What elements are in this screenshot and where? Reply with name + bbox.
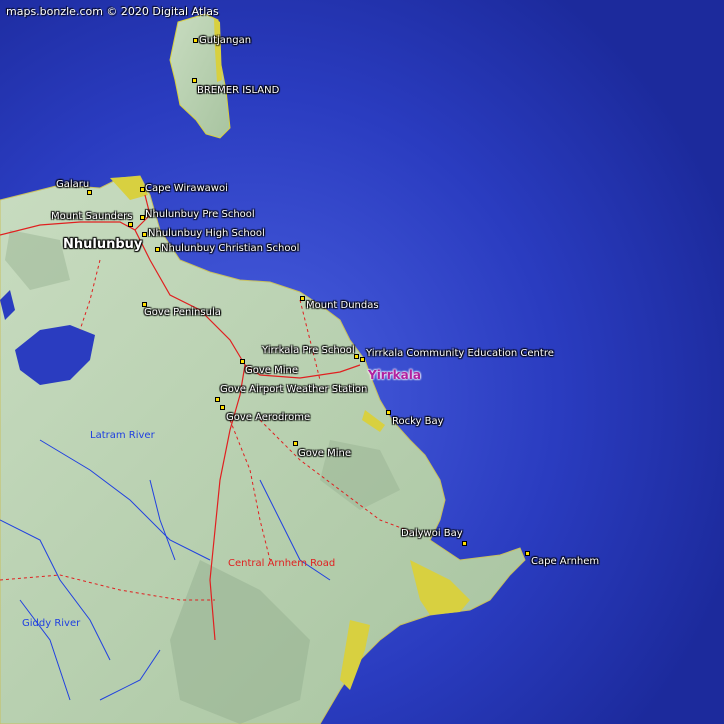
place-marker [386, 410, 391, 415]
map-credit: maps.bonzle.com © 2020 Digital Atlas [6, 5, 219, 18]
place-marker [192, 78, 197, 83]
place-marker [462, 541, 467, 546]
label-giddy-river[interactable]: Giddy River [22, 618, 80, 630]
label-gove-peninsula[interactable]: Gove Peninsula [144, 307, 221, 319]
label-mount-saunders[interactable]: Mount Saunders [51, 211, 133, 223]
place-marker [293, 441, 298, 446]
label-nhulunbuy[interactable]: Nhulunbuy [63, 238, 142, 251]
label-bremer-island[interactable]: BREMER ISLAND [197, 85, 279, 97]
label-galaru[interactable]: Galaru [56, 179, 89, 191]
label-latram-river[interactable]: Latram River [90, 430, 155, 442]
label-central-arnhem-road[interactable]: Central Arnhem Road [228, 558, 335, 570]
label-dalywoi-bay[interactable]: Dalywoi Bay [401, 528, 463, 540]
label-gove-aerodrome[interactable]: Gove Aerodrome [226, 412, 310, 424]
label-cape-arnhem[interactable]: Cape Arnhem [531, 556, 599, 568]
place-marker [155, 247, 160, 252]
label-nhulunbuy-high-school[interactable]: Nhulunbuy High School [148, 228, 265, 240]
place-marker [240, 359, 245, 364]
place-marker [193, 38, 198, 43]
label-yirrkala-pre-school[interactable]: Yirrkala Pre School [262, 345, 355, 357]
label-rocky-bay[interactable]: Rocky Bay [392, 416, 444, 428]
map-terrain [0, 0, 724, 724]
place-marker [300, 296, 305, 301]
place-marker [220, 405, 225, 410]
place-marker [215, 397, 220, 402]
label-nhulunbuy-pre-school[interactable]: Nhulunbuy Pre School [145, 209, 255, 221]
place-marker [525, 551, 530, 556]
label-yirrkala[interactable]: Yirrkala [368, 369, 421, 381]
label-gutjangan[interactable]: Gutjangan [199, 35, 251, 47]
place-marker [360, 357, 365, 362]
map-view[interactable]: maps.bonzle.com © 2020 Digital Atlas Gut… [0, 0, 724, 724]
label-gove-mine-north[interactable]: Gove Mine [245, 365, 298, 377]
label-gove-mine-south[interactable]: Gove Mine [298, 448, 351, 460]
label-yirrkala-ced[interactable]: Yirrkala Community Education Centre [366, 348, 554, 360]
label-nhulunbuy-christian-school[interactable]: Nhulunbuy Christian School [161, 243, 299, 255]
label-mount-dundas[interactable]: Mount Dundas [306, 300, 379, 312]
label-gove-airport-weather-station[interactable]: Gove Airport Weather Station [220, 384, 367, 396]
place-marker [142, 232, 147, 237]
label-cape-wirawawoi[interactable]: Cape Wirawawoi [145, 183, 228, 195]
